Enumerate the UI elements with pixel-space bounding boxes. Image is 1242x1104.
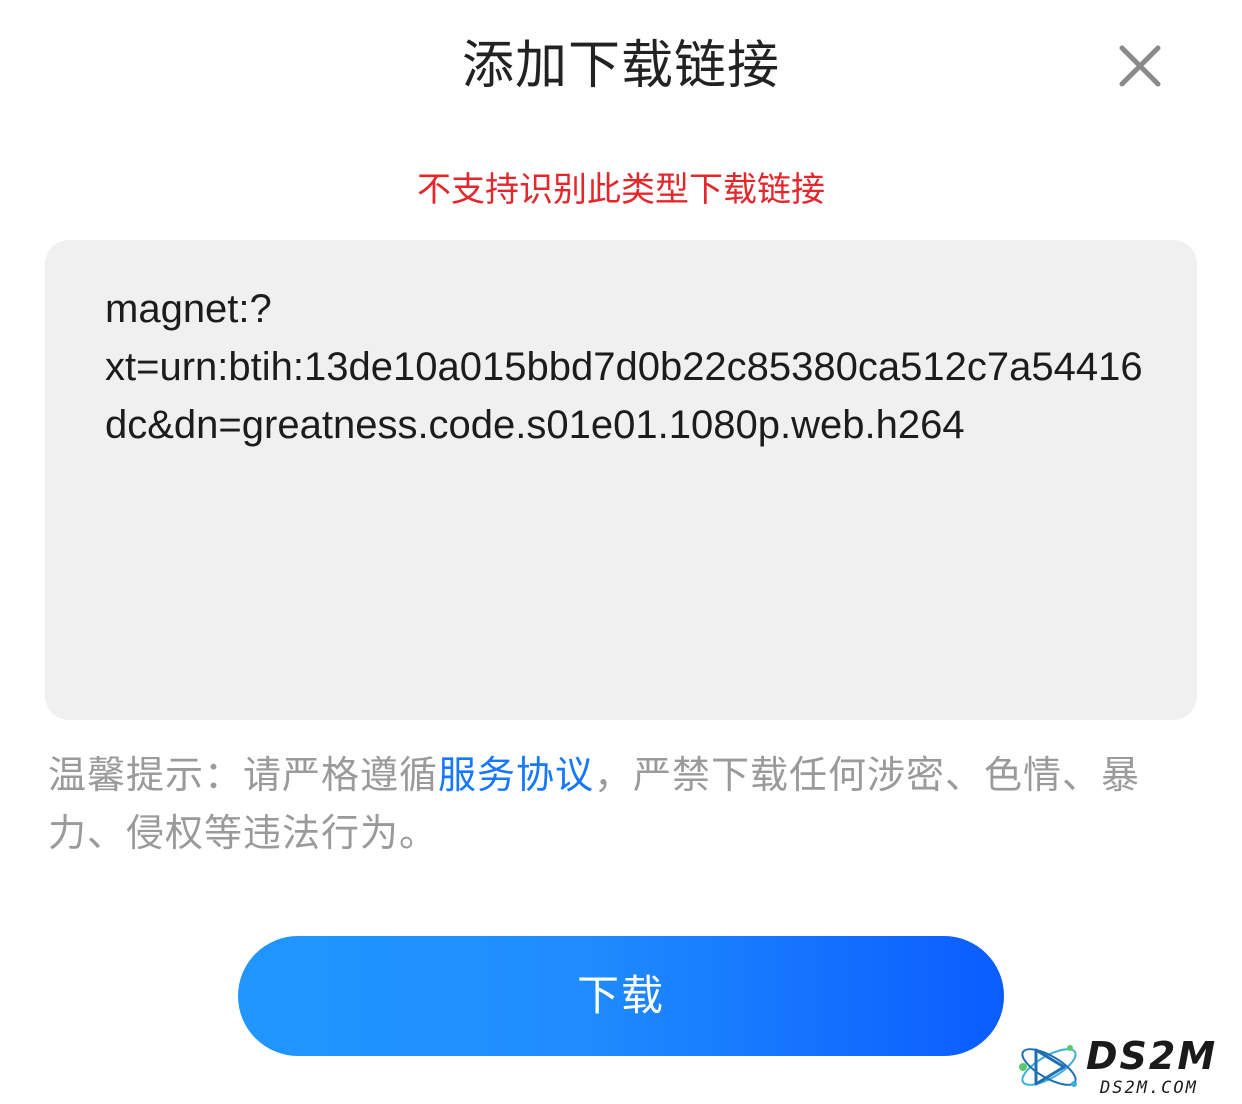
watermark-subtitle: DS2M.COM bbox=[1100, 1078, 1198, 1098]
add-download-link-dialog: 添加下载链接 不支持识别此类型下载链接 magnet:? xt=urn:btih… bbox=[0, 0, 1242, 1104]
close-icon bbox=[1119, 45, 1161, 87]
download-button[interactable]: 下载 bbox=[238, 936, 1004, 1056]
warning-tip: 温馨提示：请严格遵循服务协议，严禁下载任何涉密、色情、暴力、侵权等违法行为。 bbox=[48, 746, 1208, 862]
error-message: 不支持识别此类型下载链接 bbox=[417, 170, 825, 210]
tip-prefix: 温馨提示：请严格遵循 bbox=[48, 753, 439, 797]
link-input[interactable]: magnet:? xt=urn:btih:13de10a015bbd7d0b22… bbox=[45, 240, 1197, 720]
watermark-title: DS2M bbox=[1086, 1034, 1218, 1078]
link-input-value[interactable]: magnet:? xt=urn:btih:13de10a015bbd7d0b22… bbox=[105, 280, 1147, 454]
watermark: DS2M DS2M.COM bbox=[1014, 1034, 1234, 1100]
atom-logo-icon bbox=[1019, 1045, 1077, 1087]
close-button[interactable] bbox=[1116, 42, 1164, 90]
service-agreement-link[interactable]: 服务协议 bbox=[438, 753, 594, 797]
dialog-title: 添加下载链接 bbox=[461, 36, 780, 96]
